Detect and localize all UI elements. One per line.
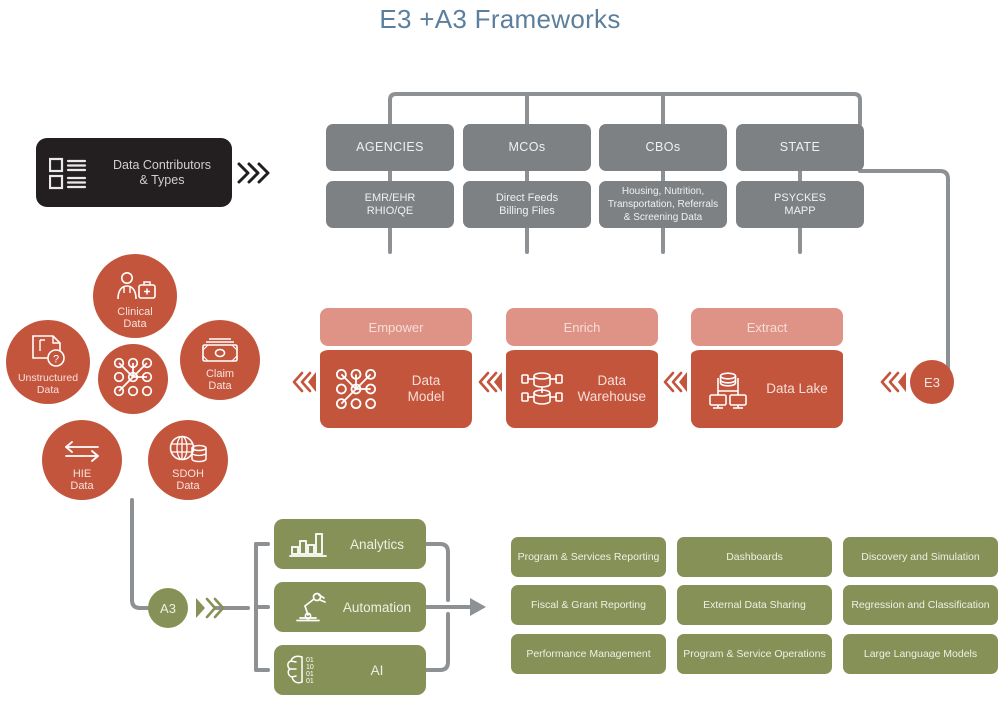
e3-arrow-empower-icon [292, 364, 318, 400]
e3-stage-enrich[interactable]: Enrich Data Warehouse [506, 308, 658, 428]
a3-capability-analytics-label: Analytics [349, 536, 405, 552]
network-nodes-icon [111, 355, 155, 404]
e3-stage-empower[interactable]: Empower Data Model [320, 308, 472, 428]
e3-stage-enrich-body: Data Warehouse [506, 346, 658, 428]
data-type-clinical[interactable]: Clinical Data [93, 254, 177, 338]
e3-stage-extract-label: Data Lake [766, 381, 828, 396]
source-detail-cbos[interactable]: Housing, Nutrition, Transportation, Refe… [599, 181, 727, 228]
robot-arm-icon [274, 591, 342, 623]
contributors-arrow-icon [236, 155, 272, 191]
data-type-claim[interactable]: Claim Data [180, 320, 260, 400]
a3-badge[interactable]: A3 [148, 588, 188, 628]
data-type-hie[interactable]: HIE Data [42, 420, 122, 500]
data-type-unstructured-label: Unstructured Data [17, 372, 79, 396]
list-checklist-icon [36, 156, 102, 190]
doctor-medical-kit-icon [113, 260, 157, 305]
data-type-claim-label: Claim Data [205, 368, 235, 392]
source-detail-mcos[interactable]: Direct Feeds Billing Files [463, 181, 591, 228]
e3-stage-empower-label: Data Model [407, 373, 445, 404]
e3-stage-enrich-heading: Enrich [506, 308, 658, 346]
bar-chart-icon [274, 529, 342, 559]
network-nodes-icon [320, 366, 392, 412]
a3-capability-ai-label: AI [370, 662, 384, 678]
source-heading-state[interactable]: STATE [736, 124, 864, 171]
server-clients-icon [691, 367, 763, 411]
outcome-box-9[interactable]: Large Language Models [843, 634, 998, 674]
e3-stage-empower-body: Data Model [320, 346, 472, 428]
data-types-hub [98, 344, 168, 414]
outcome-box-2[interactable]: Dashboards [677, 537, 832, 577]
svg-text:01: 01 [306, 671, 314, 678]
svg-text:01: 01 [306, 657, 314, 664]
data-type-sdoh-label: SDOH Data [172, 468, 204, 492]
database-stack-icon [506, 367, 577, 411]
exchange-arrows-icon [60, 426, 104, 467]
money-bill-icon [200, 324, 240, 367]
arrow-right-icon [470, 598, 486, 616]
diagram-canvas: E3 +A3 Frameworks Data Contributors & Ty… [0, 0, 1000, 708]
data-type-sdoh[interactable]: SDOH Data [148, 420, 228, 500]
outcome-box-1[interactable]: Program & Services Reporting [511, 537, 666, 577]
a3-capability-analytics[interactable]: Analytics [274, 519, 426, 569]
source-detail-agencies[interactable]: EMR/EHR RHIO/QE [326, 181, 454, 228]
source-heading-cbos[interactable]: CBOs [599, 124, 727, 171]
data-type-clinical-label: Clinical Data [117, 306, 153, 330]
globe-database-icon [167, 422, 209, 467]
e3-stage-extract[interactable]: Extract Data Lake [691, 308, 843, 428]
e3-stage-empower-heading: Empower [320, 308, 472, 346]
data-contributors-box[interactable]: Data Contributors & Types [36, 138, 232, 207]
outcome-box-8[interactable]: Program & Service Operations [677, 634, 832, 674]
outcome-box-4[interactable]: Fiscal & Grant Reporting [511, 585, 666, 625]
e3-stage-extract-body: Data Lake [691, 346, 843, 428]
e3-stage-extract-heading: Extract [691, 308, 843, 346]
svg-text:01: 01 [306, 678, 314, 685]
data-contributors-label: Data Contributors & Types [113, 157, 211, 187]
e3-arrow-enrich-icon [478, 364, 504, 400]
source-heading-agencies[interactable]: AGENCIES [326, 124, 454, 171]
data-type-hie-label: HIE Data [70, 468, 94, 492]
svg-text:?: ? [53, 354, 59, 366]
source-heading-mcos[interactable]: MCOs [463, 124, 591, 171]
e3-stage-enrich-label: Data Warehouse [577, 373, 646, 404]
document-question-icon: ? [29, 322, 67, 371]
source-detail-state[interactable]: PSYCKES MAPP [736, 181, 864, 228]
outcome-box-6[interactable]: Regression and Classification [843, 585, 998, 625]
a3-capability-automation[interactable]: Automation [274, 582, 426, 632]
a3-badge-arrow-icon [194, 592, 230, 624]
data-type-unstructured[interactable]: ? Unstructured Data [6, 320, 90, 404]
outcome-box-5[interactable]: External Data Sharing [677, 585, 832, 625]
e3-badge-arrow-icon [880, 364, 908, 400]
outcome-box-7[interactable]: Performance Management [511, 634, 666, 674]
svg-text:10: 10 [306, 664, 314, 671]
a3-capability-ai[interactable]: 01 10 01 01 AI [274, 645, 426, 695]
e3-arrow-extract-icon [663, 364, 689, 400]
a3-capability-automation-label: Automation [342, 599, 412, 615]
brain-binary-icon: 01 10 01 01 [274, 653, 342, 687]
e3-badge[interactable]: E3 [910, 360, 954, 404]
outcome-box-3[interactable]: Discovery and Simulation [843, 537, 998, 577]
